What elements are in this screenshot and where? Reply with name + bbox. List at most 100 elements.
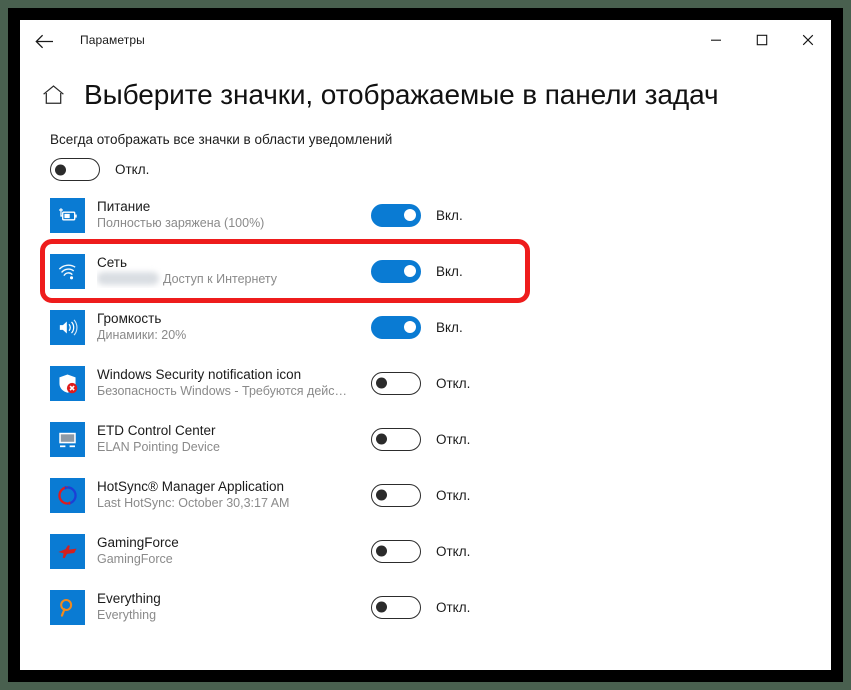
row-subtitle: GamingForce bbox=[97, 552, 173, 566]
toggle-knob bbox=[376, 433, 387, 445]
battery-charging-icon bbox=[59, 207, 77, 220]
app-icon-tile bbox=[50, 589, 85, 625]
row-toggle-switch[interactable] bbox=[371, 595, 421, 619]
home-icon bbox=[42, 85, 64, 104]
settings-window: Параметры Выберите значки, отображаемые … bbox=[20, 20, 831, 670]
app-icon-tile bbox=[50, 477, 85, 513]
toggle-knob bbox=[404, 265, 416, 277]
row-title: Сеть bbox=[97, 255, 128, 270]
notification-icon-row[interactable]: Windows Security notification icon Безопа… bbox=[30, 355, 831, 411]
row-labels: Everything Everything bbox=[97, 590, 359, 624]
notification-icon-row[interactable]: Everything Everything Откл. bbox=[30, 579, 831, 635]
page-title: Выберите значки, отображаемые в панели з… bbox=[84, 79, 719, 110]
row-title: Everything bbox=[97, 591, 161, 606]
notification-icon-list: Питание Полностью заряжена (100%) Вкл. Сеть… bbox=[30, 187, 831, 635]
toggle-knob bbox=[376, 545, 387, 557]
speaker-volume-icon bbox=[59, 318, 78, 336]
row-toggle-switch[interactable] bbox=[371, 539, 421, 563]
row-labels: GamingForce GamingForce bbox=[97, 534, 359, 568]
notification-icon-row[interactable]: Громкость Динамики: 20% Вкл. bbox=[30, 299, 831, 355]
maximize-button[interactable] bbox=[739, 20, 785, 60]
title-bar: Параметры bbox=[20, 20, 831, 64]
row-toggle-state: Откл. bbox=[436, 543, 471, 559]
row-labels: HotSync® Manager Application Last HotSync… bbox=[97, 478, 359, 512]
master-toggle-label: Всегда отображать все значки в области у… bbox=[50, 132, 393, 147]
row-subtitle: Доступ к Интернету bbox=[97, 271, 359, 288]
row-toggle-group: Вкл. bbox=[371, 203, 463, 227]
row-title: HotSync® Manager Application bbox=[97, 479, 285, 494]
row-toggle-group: Откл. bbox=[371, 427, 471, 451]
app-icon-tile bbox=[50, 421, 85, 457]
row-toggle-state: Вкл. bbox=[436, 319, 463, 335]
row-toggle-switch[interactable] bbox=[371, 203, 421, 227]
page-header: Выберите значки, отображаемые в панели з… bbox=[20, 64, 831, 126]
hotsync-circular-arrows-icon bbox=[58, 485, 77, 505]
magnifier-icon bbox=[60, 598, 73, 617]
row-subtitle: ELAN Pointing Device bbox=[97, 440, 220, 454]
row-labels: ETD Control Center ELAN Pointing Device bbox=[97, 422, 359, 456]
row-toggle-switch[interactable] bbox=[371, 427, 421, 451]
master-toggle-row[interactable]: Откл. bbox=[30, 158, 831, 181]
notification-icon-row[interactable]: ETD Control Center ELAN Pointing Device От… bbox=[30, 411, 831, 467]
row-toggle-switch[interactable] bbox=[371, 315, 421, 339]
row-toggle-switch[interactable] bbox=[371, 483, 421, 507]
toggle-knob bbox=[376, 489, 387, 501]
row-subtitle: Everything bbox=[97, 608, 157, 622]
row-subtitle: Динамики: 20% bbox=[97, 328, 187, 342]
toggle-knob bbox=[404, 209, 416, 221]
notification-icon-row[interactable]: Сеть Доступ к Интернету Вкл. bbox=[30, 243, 831, 299]
shield-alert-icon bbox=[59, 373, 78, 393]
settings-content: Всегда отображать все значки в области у… bbox=[20, 132, 831, 635]
row-subtitle: Безопасность Windows - Требуются дейс… bbox=[97, 384, 348, 398]
screenshot-root: Параметры Выберите значки, отображаемые … bbox=[0, 0, 851, 690]
row-labels: Windows Security notification icon Безопа… bbox=[97, 366, 359, 400]
toggle-knob bbox=[55, 164, 66, 175]
app-icon-tile bbox=[50, 253, 85, 289]
row-toggle-group: Откл. bbox=[371, 483, 471, 507]
minimize-icon bbox=[711, 39, 721, 41]
row-toggle-switch[interactable] bbox=[371, 259, 421, 283]
close-button[interactable] bbox=[785, 20, 831, 60]
row-title: Windows Security notification icon bbox=[97, 367, 302, 382]
toggle-knob bbox=[376, 377, 387, 389]
row-toggle-group: Откл. bbox=[371, 371, 471, 395]
wifi-icon bbox=[58, 264, 76, 279]
app-icon-tile bbox=[50, 533, 85, 569]
home-button[interactable] bbox=[34, 76, 72, 114]
row-toggle-state: Вкл. bbox=[436, 207, 463, 223]
row-subtitle: Last HotSync: October 30,3:17 AM bbox=[97, 496, 290, 510]
row-title: Питание bbox=[97, 199, 151, 214]
row-title: ETD Control Center bbox=[97, 423, 216, 438]
row-subtitle: Полностью заряжена (100%) bbox=[97, 216, 265, 230]
row-labels: Питание Полностью заряжена (100%) bbox=[97, 198, 359, 232]
row-toggle-group: Вкл. bbox=[371, 315, 463, 339]
row-labels: Громкость Динамики: 20% bbox=[97, 310, 359, 344]
window-controls bbox=[693, 20, 831, 60]
master-toggle-state: Откл. bbox=[115, 162, 150, 177]
row-toggle-state: Откл. bbox=[436, 599, 471, 615]
app-title: Параметры bbox=[80, 33, 145, 47]
row-toggle-group: Откл. bbox=[371, 539, 471, 563]
row-labels: Сеть Доступ к Интернету bbox=[97, 254, 359, 288]
row-title: Громкость bbox=[97, 311, 162, 326]
row-toggle-state: Откл. bbox=[436, 431, 471, 447]
redacted-network-name bbox=[97, 272, 159, 285]
row-toggle-group: Откл. bbox=[371, 595, 471, 619]
row-toggle-state: Откл. bbox=[436, 487, 471, 503]
toggle-knob bbox=[404, 321, 416, 333]
back-arrow-icon bbox=[34, 34, 53, 48]
back-button[interactable] bbox=[24, 22, 64, 60]
master-toggle-switch[interactable] bbox=[50, 158, 100, 181]
minimize-button[interactable] bbox=[693, 20, 739, 60]
monitor-icon bbox=[59, 432, 76, 447]
row-title: GamingForce bbox=[97, 535, 179, 550]
app-icon-tile bbox=[50, 365, 85, 401]
toggle-knob bbox=[376, 601, 387, 613]
row-toggle-switch[interactable] bbox=[371, 371, 421, 395]
row-subtitle-text: Доступ к Интернету bbox=[163, 272, 278, 286]
notification-icon-row[interactable]: GamingForce GamingForce Откл. bbox=[30, 523, 831, 579]
row-toggle-state: Откл. bbox=[436, 375, 471, 391]
jet-plane-icon bbox=[58, 544, 77, 558]
notification-icon-row[interactable]: HotSync® Manager Application Last HotSync… bbox=[30, 467, 831, 523]
notification-icon-row[interactable]: Питание Полностью заряжена (100%) Вкл. bbox=[30, 187, 831, 243]
